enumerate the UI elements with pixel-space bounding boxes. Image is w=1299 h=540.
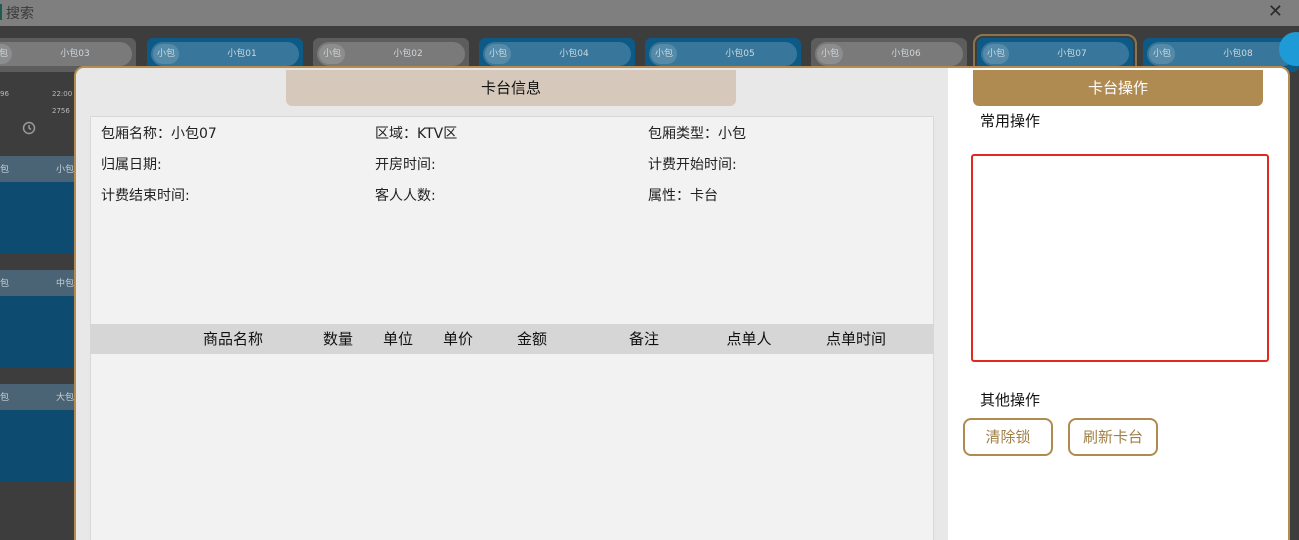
search-input[interactable]: 搜索 bbox=[6, 3, 34, 23]
open-time-field: 开房时间: bbox=[375, 157, 436, 173]
clock-icon bbox=[22, 121, 36, 135]
room-badge: 小包 bbox=[651, 44, 677, 64]
close-icon[interactable]: ✕ bbox=[1268, 1, 1283, 22]
room-tile[interactable]: 包 中包 bbox=[0, 270, 82, 368]
room-name: 小包 bbox=[56, 165, 75, 175]
room-badge: 小包 bbox=[1149, 44, 1175, 64]
search-bar[interactable]: 搜索 ✕ bbox=[0, 0, 1299, 26]
bill-start-field: 计费开始时间: bbox=[648, 157, 737, 173]
belong-date-field: 归属日期: bbox=[101, 157, 162, 173]
refresh-table-button[interactable]: 刷新卡台 bbox=[1068, 418, 1158, 456]
guests-field: 客人人数: bbox=[375, 188, 436, 204]
room-name: 小包04 bbox=[559, 49, 589, 59]
column-header: 备注 bbox=[628, 330, 659, 348]
info-box: 包厢名称：小包07 区域：KTV区 包厢类型：小包 归属日期: 开房时间: 计费… bbox=[90, 116, 934, 324]
room-tile-body bbox=[0, 296, 82, 368]
room-name-field: 包厢名称：小包07 bbox=[101, 126, 217, 142]
tab-table-operations[interactable]: 卡台操作 bbox=[973, 70, 1263, 106]
tile-number: 96 bbox=[0, 90, 9, 98]
room-type-field: 包厢类型：小包 bbox=[648, 126, 746, 142]
room-badge: 小包 bbox=[319, 44, 345, 64]
room-name: 小包01 bbox=[227, 49, 257, 59]
column-header: 数量 bbox=[322, 330, 353, 348]
room-badge: 包 bbox=[0, 393, 10, 403]
column-header: 点单人 bbox=[726, 330, 772, 348]
common-ops-area bbox=[971, 154, 1269, 362]
column-header: 金额 bbox=[516, 330, 547, 348]
clear-lock-button[interactable]: 清除锁 bbox=[963, 418, 1053, 456]
room-badge: 包 bbox=[0, 165, 10, 175]
room-tile-body bbox=[0, 182, 82, 254]
room-badge: 包 bbox=[0, 279, 10, 289]
room-name: 小包03 bbox=[60, 49, 90, 59]
column-header: 单价 bbox=[442, 330, 473, 348]
order-table-header: 商品名称 数量 单位 单价 金额 备注 点单人 点单时间 bbox=[90, 324, 934, 354]
room-name: 小包07 bbox=[1057, 49, 1087, 59]
column-header: 商品名称 bbox=[202, 330, 263, 348]
room-tile[interactable]: 包 大包 bbox=[0, 384, 82, 482]
tile-amount: 2756 bbox=[52, 107, 70, 115]
tile-time: 22:00 bbox=[52, 90, 73, 98]
room-name: 小包06 bbox=[891, 49, 921, 59]
text-cursor bbox=[0, 4, 2, 20]
room-name: 小包05 bbox=[725, 49, 755, 59]
other-ops-title: 其他操作 bbox=[980, 391, 1041, 409]
table-dialog: 卡台信息 包厢名称：小包07 区域：KTV区 包厢类型：小包 归属日期: 开房时… bbox=[74, 66, 1290, 540]
room-badge: 小包 bbox=[485, 44, 511, 64]
order-table-body[interactable] bbox=[90, 354, 934, 540]
room-badge: 小包 bbox=[817, 44, 843, 64]
room-name: 中包 bbox=[56, 279, 75, 289]
attribute-field: 属性：卡台 bbox=[648, 188, 718, 204]
table-operations-panel: 卡台操作 常用操作 其他操作 清除锁 刷新卡台 bbox=[948, 68, 1288, 540]
room-tile-body bbox=[0, 410, 82, 482]
room-tile[interactable]: 包 小包 bbox=[0, 156, 82, 254]
common-ops-title: 常用操作 bbox=[980, 112, 1041, 130]
table-info-panel: 卡台信息 包厢名称：小包07 区域：KTV区 包厢类型：小包 归属日期: 开房时… bbox=[76, 68, 948, 540]
column-header: 单位 bbox=[382, 330, 413, 348]
room-name: 小包02 bbox=[393, 49, 423, 59]
room-name: 大包 bbox=[56, 393, 75, 403]
room-name: 小包08 bbox=[1223, 49, 1253, 59]
tab-table-info[interactable]: 卡台信息 bbox=[286, 70, 736, 106]
room-badge: 小包 bbox=[153, 44, 179, 64]
bill-end-field: 计费结束时间: bbox=[101, 188, 190, 204]
room-badge: 小包 bbox=[983, 44, 1009, 64]
column-header: 点单时间 bbox=[825, 330, 886, 348]
area-field: 区域：KTV区 bbox=[375, 126, 458, 142]
